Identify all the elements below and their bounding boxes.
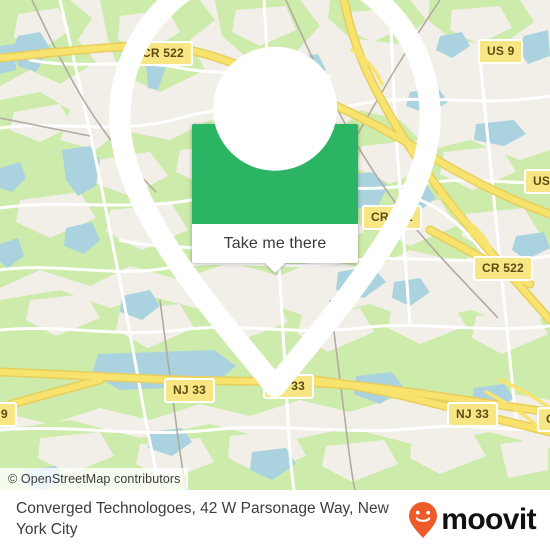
popup-pointer-tail bbox=[264, 262, 286, 273]
moovit-pin-smiley-icon bbox=[408, 501, 438, 539]
take-me-there-button[interactable]: Take me there bbox=[224, 235, 327, 252]
popup-action-bar[interactable]: Take me there bbox=[192, 224, 358, 273]
map-canvas[interactable]: CR 522 US 9 US 9 CR 522 CR 522 NJ 33 NJ … bbox=[0, 0, 550, 490]
moovit-logo[interactable]: moovit bbox=[408, 501, 537, 539]
map-screenshot: CR 522 US 9 US 9 CR 522 CR 522 NJ 33 NJ … bbox=[0, 0, 550, 550]
moovit-wordmark: moovit bbox=[441, 503, 536, 536]
map-pin-icon bbox=[0, 0, 550, 419]
popup-green-header bbox=[109, 0, 441, 397]
place-popup-card[interactable]: Take me there bbox=[109, 0, 441, 397]
osm-attribution[interactable]: © OpenStreetMap contributors bbox=[0, 467, 188, 490]
place-caption: Converged Technologoes, 42 W Parsonage W… bbox=[16, 500, 389, 538]
footer-bar: Converged Technologoes, 42 W Parsonage W… bbox=[0, 490, 550, 550]
